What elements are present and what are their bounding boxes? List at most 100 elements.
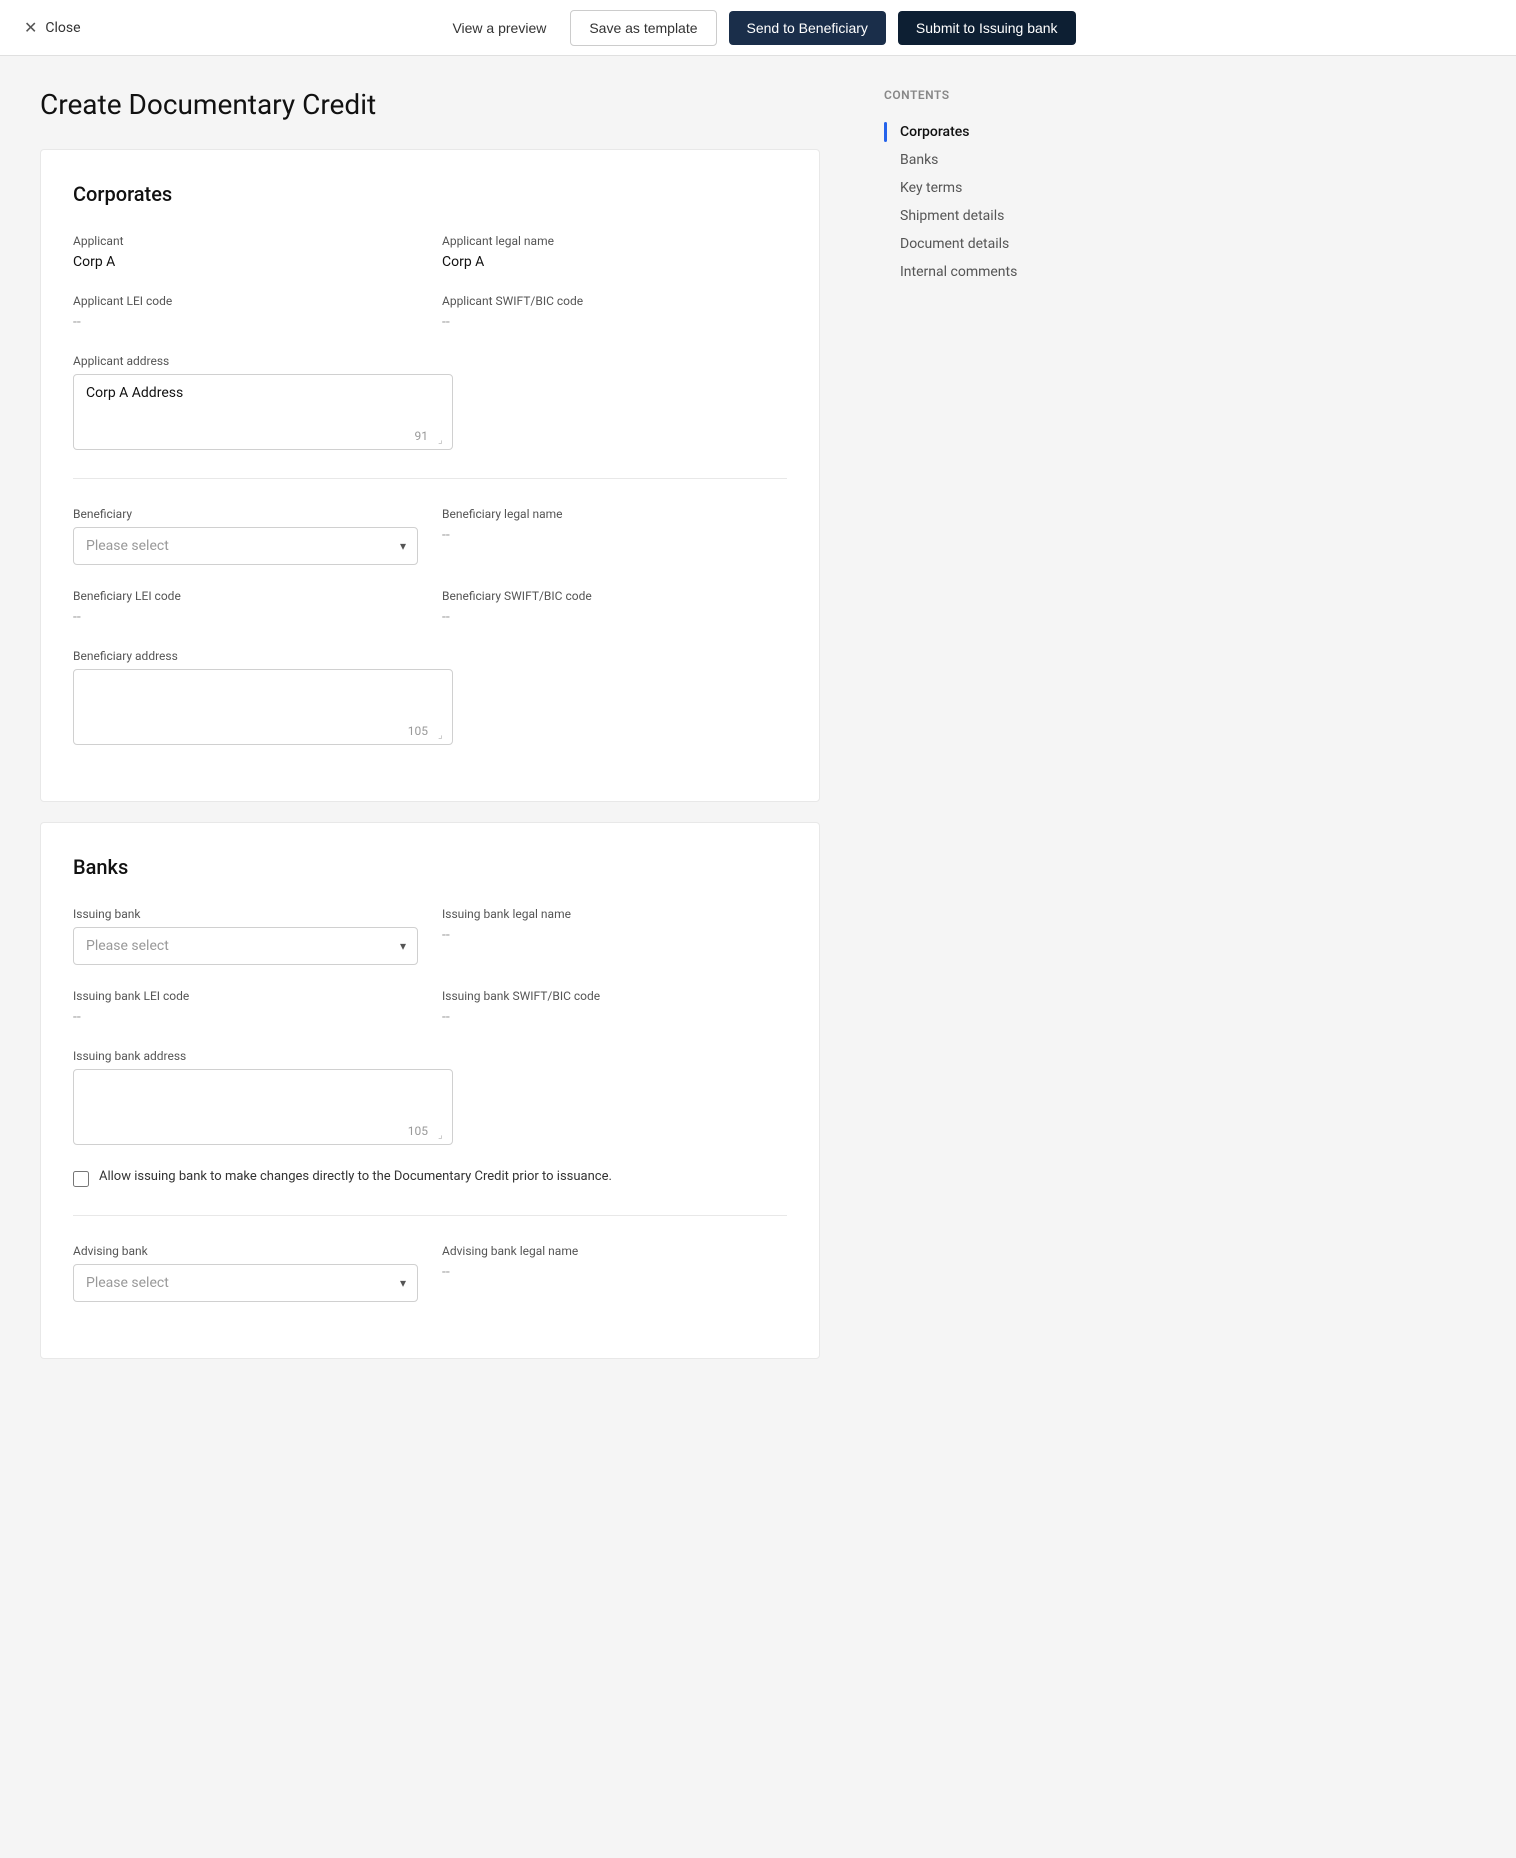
issuing-bank-swift-field: Issuing bank SWIFT/BIC code --: [442, 989, 787, 1025]
issuing-bank-select[interactable]: Please select: [73, 927, 418, 965]
sidebar-item-corporates[interactable]: Corporates: [884, 118, 1056, 146]
beneficiary-legal-name-value: --: [442, 527, 787, 543]
applicant-row: Applicant Corp A Applicant legal name Co…: [73, 234, 787, 270]
beneficiary-legal-name-label: Beneficiary legal name: [442, 507, 787, 521]
beneficiary-label: Beneficiary: [73, 507, 418, 521]
advising-bank-row: Advising bank Please select ▾ Advising b…: [73, 1244, 787, 1302]
issuing-bank-legal-name-label: Issuing bank legal name: [442, 907, 787, 921]
issuing-bank-swift-label: Issuing bank SWIFT/BIC code: [442, 989, 787, 1003]
beneficiary-address-field: Beneficiary address 105 ⌟: [73, 649, 787, 745]
applicant-legal-name-value: Corp A: [442, 254, 787, 270]
applicant-legal-name-label: Applicant legal name: [442, 234, 787, 248]
advising-bank-legal-name-value: --: [442, 1264, 787, 1280]
applicant-address-field: Applicant address Corp A Address 91 ⌟: [73, 354, 787, 450]
issuing-bank-address-textarea[interactable]: [74, 1070, 452, 1140]
close-button[interactable]: ✕ Close: [24, 18, 81, 37]
applicant-lei-swift-row: Applicant LEI code -- Applicant SWIFT/BI…: [73, 294, 787, 330]
beneficiary-lei-swift-row: Beneficiary LEI code -- Beneficiary SWIF…: [73, 589, 787, 625]
issuing-bank-changes-label: Allow issuing bank to make changes direc…: [99, 1169, 612, 1184]
banks-title: Banks: [73, 855, 787, 879]
advising-bank-label: Advising bank: [73, 1244, 418, 1258]
beneficiary-select[interactable]: Please select: [73, 527, 418, 565]
applicant-address-row: Applicant address Corp A Address 91 ⌟: [73, 354, 787, 450]
issuing-bank-legal-name-field: Issuing bank legal name --: [442, 907, 787, 965]
advising-bank-select-wrapper: Please select ▾: [73, 1264, 418, 1302]
applicant-field: Applicant Corp A: [73, 234, 418, 270]
applicant-lei-label: Applicant LEI code: [73, 294, 418, 308]
applicant-swift-field: Applicant SWIFT/BIC code --: [442, 294, 787, 330]
issuing-bank-address-char-count: 105: [408, 1124, 428, 1138]
beneficiary-lei-value: --: [73, 609, 418, 625]
beneficiary-select-wrapper: Please select ▾: [73, 527, 418, 565]
view-preview-button[interactable]: View a preview: [440, 12, 558, 44]
beneficiary-lei-field: Beneficiary LEI code --: [73, 589, 418, 625]
beneficiary-field: Beneficiary Please select ▾: [73, 507, 418, 565]
page-title: Create Documentary Credit: [40, 88, 820, 121]
beneficiary-address-label: Beneficiary address: [73, 649, 787, 663]
beneficiary-address-textarea-wrapper: 105 ⌟: [73, 669, 453, 745]
issuing-bank-lei-value: --: [73, 1009, 418, 1025]
beneficiary-lei-label: Beneficiary LEI code: [73, 589, 418, 603]
main-layout: Create Documentary Credit Corporates App…: [0, 56, 1516, 1858]
applicant-address-char-count: 91: [415, 429, 429, 443]
issuing-bank-field: Issuing bank Please select ▾: [73, 907, 418, 965]
beneficiary-legal-name-field: Beneficiary legal name --: [442, 507, 787, 565]
sidebar: Contents Corporates Banks Key terms Ship…: [860, 56, 1080, 1858]
issuing-bank-address-textarea-wrapper: 105 ⌟: [73, 1069, 453, 1145]
beneficiary-address-row: Beneficiary address 105 ⌟: [73, 649, 787, 745]
close-icon: ✕: [24, 18, 37, 37]
advising-bank-select[interactable]: Please select: [73, 1264, 418, 1302]
issuing-bank-address-label: Issuing bank address: [73, 1049, 787, 1063]
sidebar-contents-title: Contents: [884, 88, 1056, 102]
sidebar-item-key-terms[interactable]: Key terms: [884, 174, 1056, 202]
applicant-address-textarea[interactable]: Corp A Address: [74, 375, 452, 445]
top-bar-actions: View a preview Save as template Send to …: [440, 10, 1075, 46]
issuing-bank-legal-name-value: --: [442, 927, 787, 943]
issuing-bank-lei-swift-row: Issuing bank LEI code -- Issuing bank SW…: [73, 989, 787, 1025]
corporates-section: Corporates Applicant Corp A Applicant le…: [40, 149, 820, 802]
issuing-bank-checkbox-row: Allow issuing bank to make changes direc…: [73, 1169, 787, 1187]
top-bar: ✕ Close View a preview Save as template …: [0, 0, 1516, 56]
applicant-address-textarea-wrapper: Corp A Address 91 ⌟: [73, 374, 453, 450]
applicant-value: Corp A: [73, 254, 418, 270]
issuing-bank-resize-handle-icon[interactable]: ⌟: [438, 1130, 448, 1140]
applicant-lei-value: --: [73, 314, 418, 330]
applicant-lei-field: Applicant LEI code --: [73, 294, 418, 330]
beneficiary-address-char-count: 105: [408, 724, 428, 738]
issuing-bank-row: Issuing bank Please select ▾ Issuing ban…: [73, 907, 787, 965]
applicant-legal-name-field: Applicant legal name Corp A: [442, 234, 787, 270]
sidebar-nav: Corporates Banks Key terms Shipment deta…: [884, 118, 1056, 286]
sidebar-item-document-details[interactable]: Document details: [884, 230, 1056, 258]
applicant-address-label: Applicant address: [73, 354, 787, 368]
issuing-bank-changes-checkbox[interactable]: [73, 1171, 89, 1187]
beneficiary-address-textarea[interactable]: [74, 670, 452, 740]
beneficiary-swift-value: --: [442, 609, 787, 625]
banks-section: Banks Issuing bank Please select ▾ Issui…: [40, 822, 820, 1359]
issuing-bank-address-row: Issuing bank address 105 ⌟: [73, 1049, 787, 1145]
advising-bank-legal-name-field: Advising bank legal name --: [442, 1244, 787, 1302]
issuing-bank-label: Issuing bank: [73, 907, 418, 921]
close-label: Close: [45, 20, 80, 36]
advising-bank-legal-name-label: Advising bank legal name: [442, 1244, 787, 1258]
issuing-bank-address-field: Issuing bank address 105 ⌟: [73, 1049, 787, 1145]
beneficiary-swift-field: Beneficiary SWIFT/BIC code --: [442, 589, 787, 625]
issuing-bank-select-wrapper: Please select ▾: [73, 927, 418, 965]
issuing-bank-swift-value: --: [442, 1009, 787, 1025]
content-area: Create Documentary Credit Corporates App…: [0, 56, 860, 1858]
applicant-swift-label: Applicant SWIFT/BIC code: [442, 294, 787, 308]
save-template-button[interactable]: Save as template: [570, 10, 716, 46]
applicant-label: Applicant: [73, 234, 418, 248]
sidebar-item-shipment-details[interactable]: Shipment details: [884, 202, 1056, 230]
sidebar-item-internal-comments[interactable]: Internal comments: [884, 258, 1056, 286]
submit-issuing-button[interactable]: Submit to Issuing bank: [898, 11, 1076, 45]
applicant-swift-value: --: [442, 314, 787, 330]
beneficiary-resize-handle-icon[interactable]: ⌟: [438, 730, 448, 740]
send-beneficiary-button[interactable]: Send to Beneficiary: [729, 11, 886, 45]
beneficiary-swift-label: Beneficiary SWIFT/BIC code: [442, 589, 787, 603]
corporates-divider: [73, 478, 787, 479]
issuing-bank-lei-field: Issuing bank LEI code --: [73, 989, 418, 1025]
sidebar-item-banks[interactable]: Banks: [884, 146, 1056, 174]
corporates-title: Corporates: [73, 182, 787, 206]
resize-handle-icon[interactable]: ⌟: [438, 435, 448, 445]
beneficiary-row: Beneficiary Please select ▾ Beneficiary …: [73, 507, 787, 565]
